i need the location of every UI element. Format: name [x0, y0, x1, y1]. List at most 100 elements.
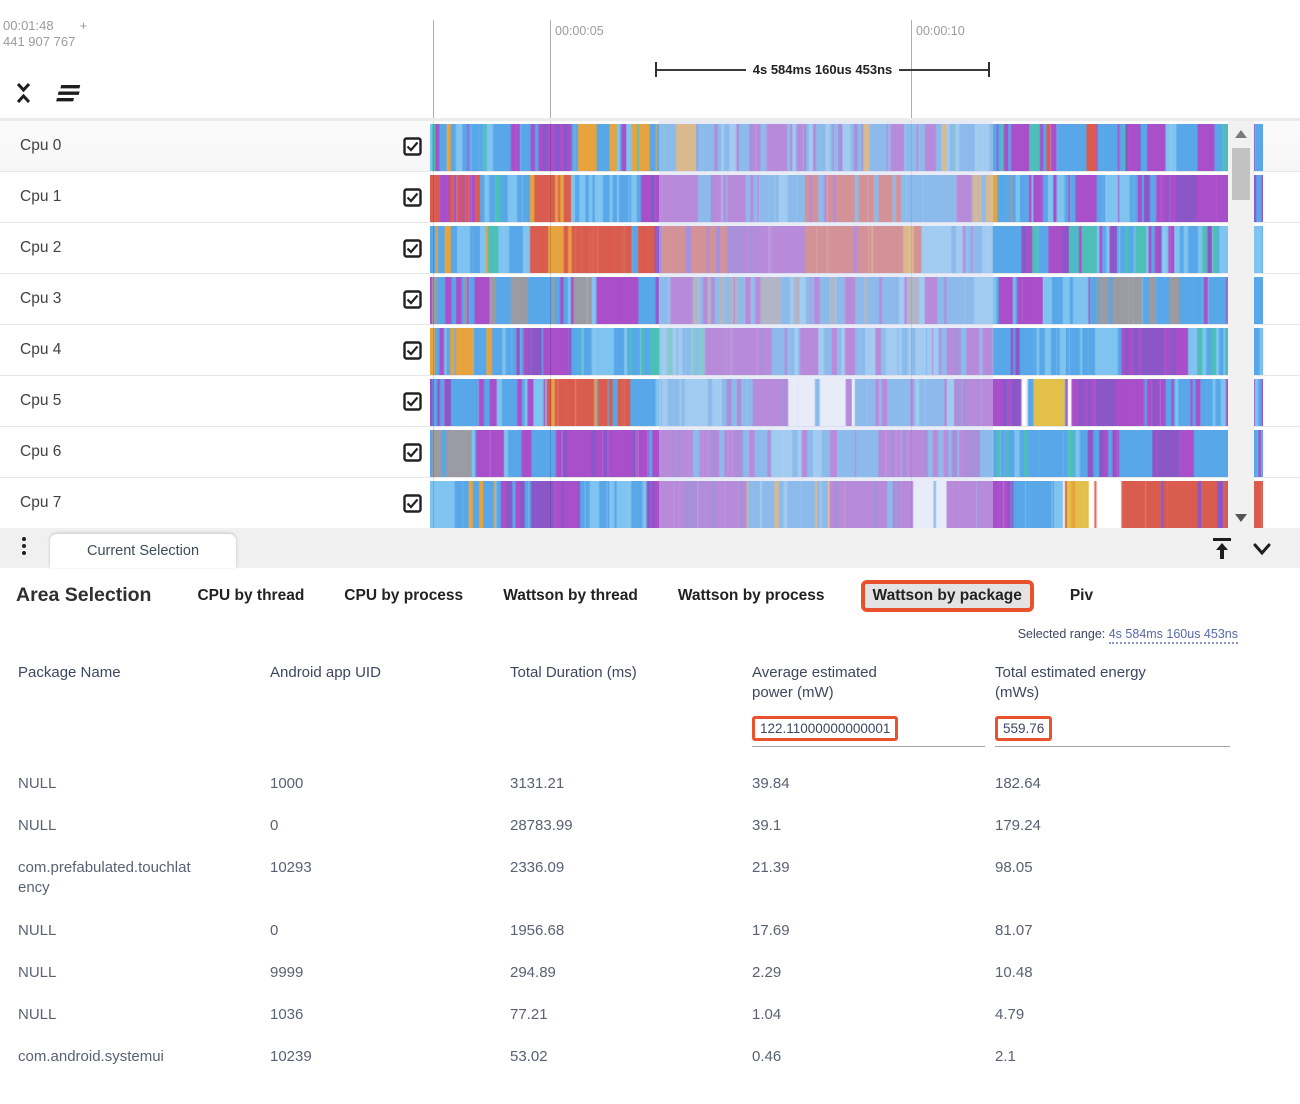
track-shell: Cpu 2 — [0, 223, 430, 273]
summary-empty — [270, 708, 510, 747]
selected-range-value[interactable]: 4s 584ms 160us 453ns — [1109, 627, 1238, 644]
marker-right-tick — [988, 62, 990, 77]
summary-empty — [510, 708, 752, 747]
col-header-total-energy: Total estimated energy (mWs) — [995, 649, 1190, 708]
track-shell: Cpu 7 — [0, 478, 430, 528]
track-row[interactable]: Cpu 4 — [0, 325, 1300, 376]
cursor-timestamp: 00:01:48+441 907 767 — [3, 18, 87, 50]
marker-line — [657, 69, 746, 71]
cell-package-name: com.android.systemui — [18, 1036, 203, 1078]
summary-avg-power-cell: 122.11000000000001 — [752, 708, 985, 747]
selected-range-marker[interactable]: 4s 584ms 160us 453ns — [655, 62, 990, 77]
table-cell: 294.89 — [510, 952, 752, 994]
track-row[interactable]: Cpu 3 — [0, 274, 1300, 325]
marker-line — [899, 69, 988, 71]
track-row[interactable]: Cpu 6 — [0, 427, 1300, 478]
track-checkbox[interactable] — [403, 494, 422, 513]
track-row[interactable]: Cpu 0 — [0, 121, 1300, 172]
table-cell: 53.02 — [510, 1036, 752, 1078]
track-checkbox[interactable] — [403, 290, 422, 309]
table-cell: 1.04 — [752, 994, 995, 1036]
table-cell: 10.48 — [995, 952, 1240, 994]
track-shell: Cpu 4 — [0, 325, 430, 375]
cell-package-name: com.prefabulated.touchlatency — [18, 847, 203, 910]
summary-avg-power-value: 122.11000000000001 — [752, 716, 898, 741]
cell-package-name: NULL — [18, 952, 203, 994]
table-cell: 0.46 — [752, 1036, 995, 1078]
table-cell: 0 — [270, 910, 510, 952]
table-cell: 2.1 — [995, 1036, 1240, 1078]
table-cell: 0 — [270, 805, 510, 847]
time-gridline — [550, 121, 551, 528]
kebab-menu-icon[interactable] — [22, 537, 26, 555]
cell-package-name: NULL — [18, 994, 203, 1036]
details-panel: Area Selection CPU by threadCPU by proce… — [0, 568, 1300, 1104]
drawer-tab-bar: Current Selection — [0, 528, 1300, 568]
track-shell: Cpu 3 — [0, 274, 430, 324]
time-gridline — [550, 20, 551, 118]
table-cell: 179.24 — [995, 805, 1240, 847]
tab-piv[interactable]: Piv — [1070, 587, 1093, 605]
col-header-total-duration: Total Duration (ms) — [510, 649, 752, 708]
track-checkbox[interactable] — [403, 239, 422, 258]
table-cell: 182.64 — [995, 763, 1240, 805]
timeline-header: 00:01:48+441 907 767 00:00:05000 000 000… — [0, 0, 1300, 118]
table-cell: 9999 — [270, 952, 510, 994]
tab-cpu-by-process[interactable]: CPU by process — [344, 587, 463, 605]
track-label: Cpu 2 — [20, 239, 61, 257]
tab-current-selection[interactable]: Current Selection — [50, 534, 236, 568]
scrollbar-up-arrow[interactable] — [1235, 130, 1247, 138]
cell-package-name: NULL — [18, 910, 203, 952]
track-shell: Cpu 5 — [0, 376, 430, 426]
scrollbar-thumb[interactable] — [1232, 148, 1250, 200]
unfold-less-icon[interactable] — [14, 80, 33, 106]
track-label: Cpu 7 — [20, 494, 61, 512]
tab-wattson-by-process[interactable]: Wattson by process — [678, 587, 825, 605]
summary-empty — [18, 708, 270, 747]
table-cell: 2336.09 — [510, 847, 752, 910]
track-checkbox[interactable] — [403, 341, 422, 360]
table-cell: 17.69 — [752, 910, 995, 952]
table-cell: 39.1 — [752, 805, 995, 847]
chevron-down-icon[interactable] — [1250, 535, 1274, 566]
wattson-package-table: Package Name Android app UID Total Durat… — [18, 649, 1300, 1079]
track-row[interactable]: Cpu 7 — [0, 478, 1300, 528]
tab-cpu-by-thread[interactable]: CPU by thread — [197, 587, 304, 605]
cpu-tracks: Cpu 0 Cpu 1 Cpu 2 Cpu 3 Cpu 4 Cpu 5 Cpu 6 Cpu 7 — [0, 118, 1300, 528]
time-tick-label: 00:00:10000 000 000 — [916, 23, 965, 39]
tracks-scrollbar[interactable] — [1228, 121, 1254, 528]
track-checkbox[interactable] — [403, 443, 422, 462]
table-cell: 3131.21 — [510, 763, 752, 805]
time-gridline — [433, 121, 434, 528]
table-cell: 81.07 — [995, 910, 1240, 952]
cursor-nanoseconds: 441 907 767 — [3, 34, 75, 49]
sort-icon[interactable] — [53, 82, 83, 104]
vertical-align-top-icon[interactable] — [1210, 535, 1234, 566]
track-label: Cpu 6 — [20, 443, 61, 461]
tab-wattson-by-thread[interactable]: Wattson by thread — [503, 587, 638, 605]
track-label: Cpu 1 — [20, 188, 61, 206]
track-shell: Cpu 1 — [0, 172, 430, 222]
table-cell: 1956.68 — [510, 910, 752, 952]
scrollbar-down-arrow[interactable] — [1235, 514, 1247, 522]
track-row[interactable]: Cpu 1 — [0, 172, 1300, 223]
table-cell: 77.21 — [510, 994, 752, 1036]
track-checkbox[interactable] — [403, 392, 422, 411]
track-label: Cpu 0 — [20, 137, 61, 155]
col-header-android-app-uid: Android app UID — [270, 649, 510, 708]
tab-wattson-by-package[interactable]: Wattson by package — [861, 580, 1034, 612]
track-checkbox[interactable] — [403, 188, 422, 207]
track-checkbox[interactable] — [403, 137, 422, 156]
table-cell: 1000 — [270, 763, 510, 805]
col-header-avg-power: Average estimated power (mW) — [752, 649, 922, 708]
table-cell: 21.39 — [752, 847, 995, 910]
track-label: Cpu 4 — [20, 341, 61, 359]
table-cell: 98.05 — [995, 847, 1240, 910]
track-row[interactable]: Cpu 2 — [0, 223, 1300, 274]
cell-package-name: NULL — [18, 805, 203, 847]
area-selection-overlay[interactable] — [659, 121, 993, 528]
marker-duration-label: 4s 584ms 160us 453ns — [746, 62, 900, 77]
col-header-package-name: Package Name — [18, 649, 270, 708]
summary-total-energy-value: 559.76 — [995, 716, 1052, 741]
track-row[interactable]: Cpu 5 — [0, 376, 1300, 427]
